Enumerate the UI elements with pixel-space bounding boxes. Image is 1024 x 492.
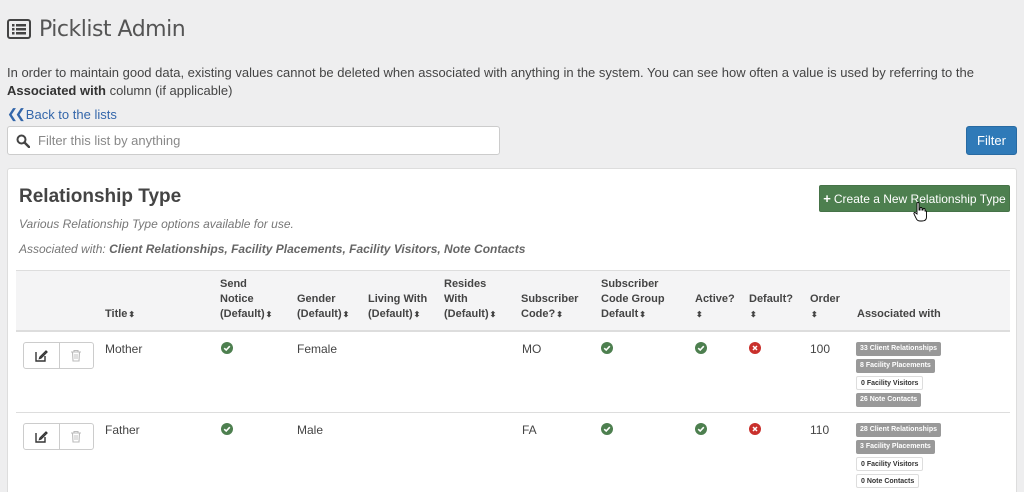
relationship-type-card: Relationship Type Various Relationship T… [7, 168, 1017, 492]
search-input[interactable] [38, 133, 478, 148]
table-row: Mother Female MO 100 33 Client Relations… [16, 332, 1010, 413]
x-icon [749, 342, 761, 354]
col-subscriber-code[interactable]: Subscriber Code?⬍ [521, 292, 578, 322]
edit-icon [35, 431, 48, 443]
row-gender: Female [297, 342, 338, 356]
delete-button[interactable] [58, 343, 94, 368]
edit-icon [35, 350, 48, 362]
col-resides-with[interactable]: Resides With (Default)⬍ [444, 277, 496, 322]
row-actions [23, 342, 94, 369]
relationship-table: Title⬍ Send Notice (Default)⬍ Gender (Defau… [16, 270, 1010, 492]
row-title: Father [105, 423, 140, 437]
col-order[interactable]: Order ⬍ [810, 292, 840, 322]
check-icon [221, 423, 233, 435]
check-icon [601, 342, 613, 354]
col-gender[interactable]: Gender (Default)⬍ [297, 292, 349, 322]
card-description: Various Relationship Type options availa… [19, 217, 294, 231]
badge-facility-visitors: 0 Facility Visitors [856, 457, 924, 471]
badge-facility-visitors: 0 Facility Visitors [856, 376, 924, 390]
row-title: Mother [105, 342, 143, 356]
sort-icon: ⬍ [811, 310, 818, 319]
check-icon [601, 423, 613, 435]
badge-note-contacts[interactable]: 26 Note Contacts [856, 393, 922, 407]
sort-icon: ⬍ [489, 310, 497, 319]
col-default[interactable]: Default? ⬍ [749, 292, 793, 322]
sort-icon: ⬍ [265, 310, 273, 319]
badge-facility-placements[interactable]: 8 Facility Placements [856, 359, 935, 373]
sort-icon: ⬍ [128, 310, 136, 319]
col-subscriber-code-group[interactable]: Subscriber Code Group Default⬍ [601, 277, 665, 322]
col-title[interactable]: Title⬍ [105, 307, 135, 322]
col-send-notice[interactable]: Send Notice (Default)⬍ [220, 277, 272, 322]
sort-icon: ⬍ [639, 310, 646, 319]
row-gender: Male [297, 423, 324, 437]
page-title: Picklist Admin [39, 16, 186, 42]
filter-button[interactable]: Filter [966, 126, 1017, 155]
badge-note-contacts: 0 Note Contacts [856, 474, 920, 488]
intro-bold: Associated with [7, 83, 106, 98]
sort-icon: ⬍ [413, 310, 421, 319]
badge-facility-placements[interactable]: 3 Facility Placements [856, 440, 935, 454]
table-row: Father Male FA 110 28 Client Relationshi… [16, 413, 1010, 492]
badge-client-relationships[interactable]: 33 Client Relationships [856, 342, 942, 356]
row-subscriber-code: FA [522, 423, 537, 437]
check-icon [221, 342, 233, 354]
check-icon [695, 342, 707, 354]
col-associated-with: Associated with [857, 308, 941, 320]
list-icon [7, 19, 31, 39]
back-to-lists-link[interactable]: ❮❮ Back to the lists [7, 106, 117, 122]
search-box[interactable] [7, 126, 500, 155]
double-chevron-left-icon: ❮❮ [7, 106, 26, 121]
row-actions [23, 423, 94, 450]
card-associated-with: Associated with: Client Relationships, F… [19, 242, 526, 256]
sort-icon: ⬍ [556, 310, 563, 319]
hand-cursor-icon [913, 202, 927, 222]
check-icon [695, 423, 707, 435]
card-title: Relationship Type [19, 186, 182, 207]
x-icon [749, 423, 761, 435]
row-order: 110 [810, 423, 830, 437]
row-order: 100 [810, 342, 831, 356]
col-active[interactable]: Active? ⬍ [695, 292, 735, 322]
plus-icon: + [823, 191, 831, 206]
row-subscriber-code: MO [522, 342, 542, 356]
page-header: Picklist Admin [7, 14, 186, 44]
sort-icon: ⬍ [696, 310, 703, 319]
associated-badges: 33 Client Relationships 8 Facility Place… [856, 342, 966, 410]
edit-button[interactable] [24, 343, 59, 368]
trash-icon [71, 430, 82, 443]
edit-button[interactable] [24, 424, 59, 449]
delete-button[interactable] [58, 424, 94, 449]
search-icon [16, 134, 30, 148]
trash-icon [71, 349, 82, 362]
sort-icon: ⬍ [342, 310, 350, 319]
intro-text: In order to maintain good data, existing… [7, 65, 974, 98]
sort-icon: ⬍ [750, 310, 757, 319]
associated-badges: 28 Client Relationships 3 Facility Place… [856, 423, 966, 491]
table-header: Title⬍ Send Notice (Default)⬍ Gender (Defau… [16, 270, 1010, 332]
col-living-with[interactable]: Living With (Default)⬍ [368, 292, 427, 322]
badge-client-relationships[interactable]: 28 Client Relationships [856, 423, 942, 437]
